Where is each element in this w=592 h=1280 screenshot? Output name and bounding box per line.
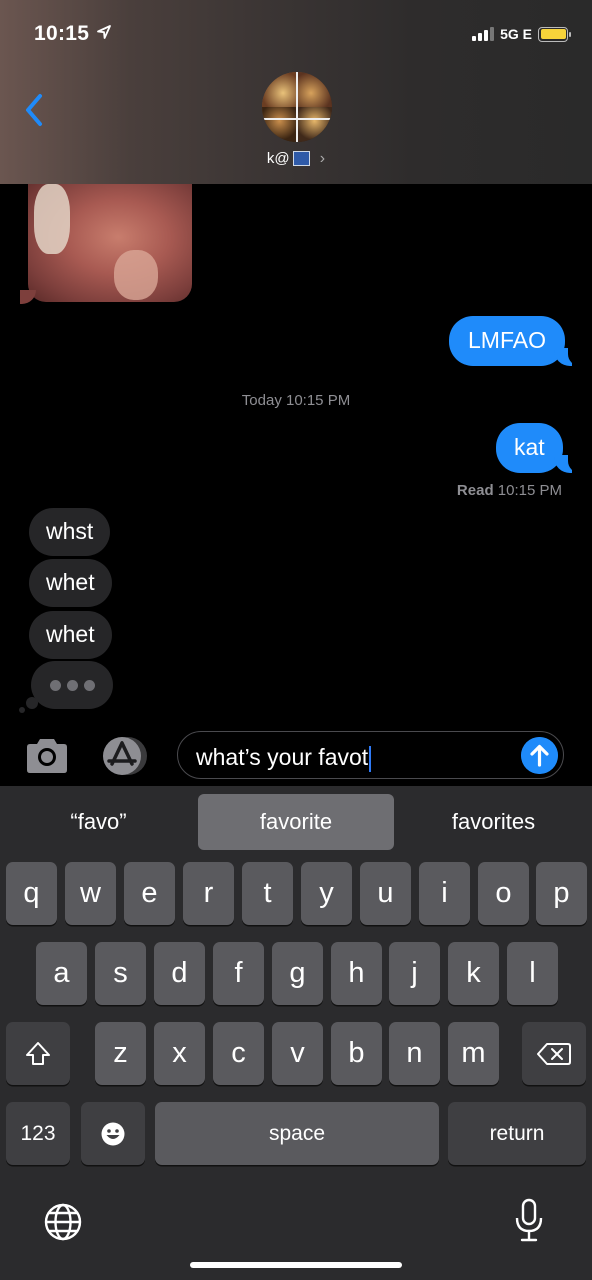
key-n[interactable]: n <box>389 1022 440 1085</box>
emoji-icon <box>101 1122 125 1145</box>
network-label: 5G E <box>500 26 532 42</box>
typing-indicator-tail <box>26 697 38 709</box>
key-x[interactable]: x <box>154 1022 205 1085</box>
keyboard: “favo” favorite favorites q w e r t y u … <box>0 786 592 1280</box>
key-h[interactable]: h <box>331 942 382 1005</box>
shift-icon <box>26 1041 50 1065</box>
key-j[interactable]: j <box>389 942 440 1005</box>
key-t[interactable]: t <box>242 862 293 925</box>
text-caret <box>369 745 372 772</box>
sent-bubble-tail <box>554 455 582 473</box>
key-v[interactable]: v <box>272 1022 323 1085</box>
received-message[interactable]: whet <box>29 559 112 607</box>
typing-indicator <box>31 661 113 709</box>
key-b[interactable]: b <box>331 1022 382 1085</box>
app-store-icon[interactable] <box>100 736 152 776</box>
contact-name-row[interactable]: k@ › <box>0 150 592 168</box>
key-m[interactable]: m <box>448 1022 499 1085</box>
send-button[interactable] <box>521 737 558 774</box>
key-y[interactable]: y <box>301 862 352 925</box>
message-input[interactable]: what’s your favot <box>177 731 564 779</box>
key-a[interactable]: a <box>36 942 87 1005</box>
key-p[interactable]: p <box>536 862 587 925</box>
battery-icon <box>538 26 571 42</box>
key-d[interactable]: d <box>154 942 205 1005</box>
key-k[interactable]: k <box>448 942 499 1005</box>
key-f[interactable]: f <box>213 942 264 1005</box>
key-s[interactable]: s <box>95 942 146 1005</box>
sent-message-kat[interactable]: kat <box>496 423 563 473</box>
microphone-icon[interactable] <box>513 1198 545 1244</box>
home-indicator[interactable] <box>190 1262 402 1268</box>
key-u[interactable]: u <box>360 862 411 925</box>
key-w[interactable]: w <box>65 862 116 925</box>
photo-message[interactable] <box>28 184 192 302</box>
suggestion-favorite[interactable]: favorite <box>198 794 394 850</box>
space-key[interactable]: space <box>155 1102 439 1165</box>
key-l[interactable]: l <box>507 942 558 1005</box>
return-key[interactable]: return <box>448 1102 586 1165</box>
sent-bubble-tail <box>554 348 582 366</box>
key-z[interactable]: z <box>95 1022 146 1085</box>
key-o[interactable]: o <box>478 862 529 925</box>
globe-icon[interactable] <box>43 1202 83 1242</box>
key-c[interactable]: c <box>213 1022 264 1085</box>
read-time: 10:15 PM <box>497 482 562 499</box>
numbers-key[interactable]: 123 <box>6 1102 70 1165</box>
key-q[interactable]: q <box>6 862 57 925</box>
predictive-bar: “favo” favorite favorites <box>0 786 592 858</box>
status-time: 10:15 <box>34 22 90 45</box>
emoji-glyph <box>292 151 310 166</box>
delete-icon <box>537 1042 571 1065</box>
back-button[interactable] <box>20 90 50 130</box>
sent-message-lmfao[interactable]: LMFAO <box>449 316 565 366</box>
location-arrow-icon <box>97 25 111 39</box>
read-label: Read <box>456 482 494 499</box>
message-input-text: what’s your favot <box>196 744 372 772</box>
received-message[interactable]: whst <box>29 508 111 556</box>
contact-name: k@ <box>266 150 290 167</box>
suggestion-quoted[interactable]: “favo” <box>0 794 197 850</box>
received-message[interactable]: whet <box>29 611 112 659</box>
key-r[interactable]: r <box>183 862 234 925</box>
signal-icon <box>472 27 495 41</box>
typing-indicator-tail <box>19 707 25 713</box>
message-timestamp: Today 10:15 PM <box>241 392 351 409</box>
emoji-key[interactable] <box>81 1102 145 1165</box>
shift-key[interactable] <box>6 1022 70 1085</box>
status-indicators: 5G E <box>472 26 571 42</box>
delete-key[interactable] <box>522 1022 586 1085</box>
suggestion-favorites[interactable]: favorites <box>395 794 592 850</box>
read-receipt: Read 10:15 PM <box>457 482 562 499</box>
key-e[interactable]: e <box>124 862 175 925</box>
conversation-header: 10:15 5G E k@ › <box>0 0 592 184</box>
camera-icon[interactable] <box>24 737 70 775</box>
photo-message-tail <box>20 290 36 304</box>
key-i[interactable]: i <box>419 862 470 925</box>
key-g[interactable]: g <box>272 942 323 1005</box>
contact-avatar[interactable] <box>262 72 332 142</box>
chevron-right-icon: › <box>319 150 326 167</box>
